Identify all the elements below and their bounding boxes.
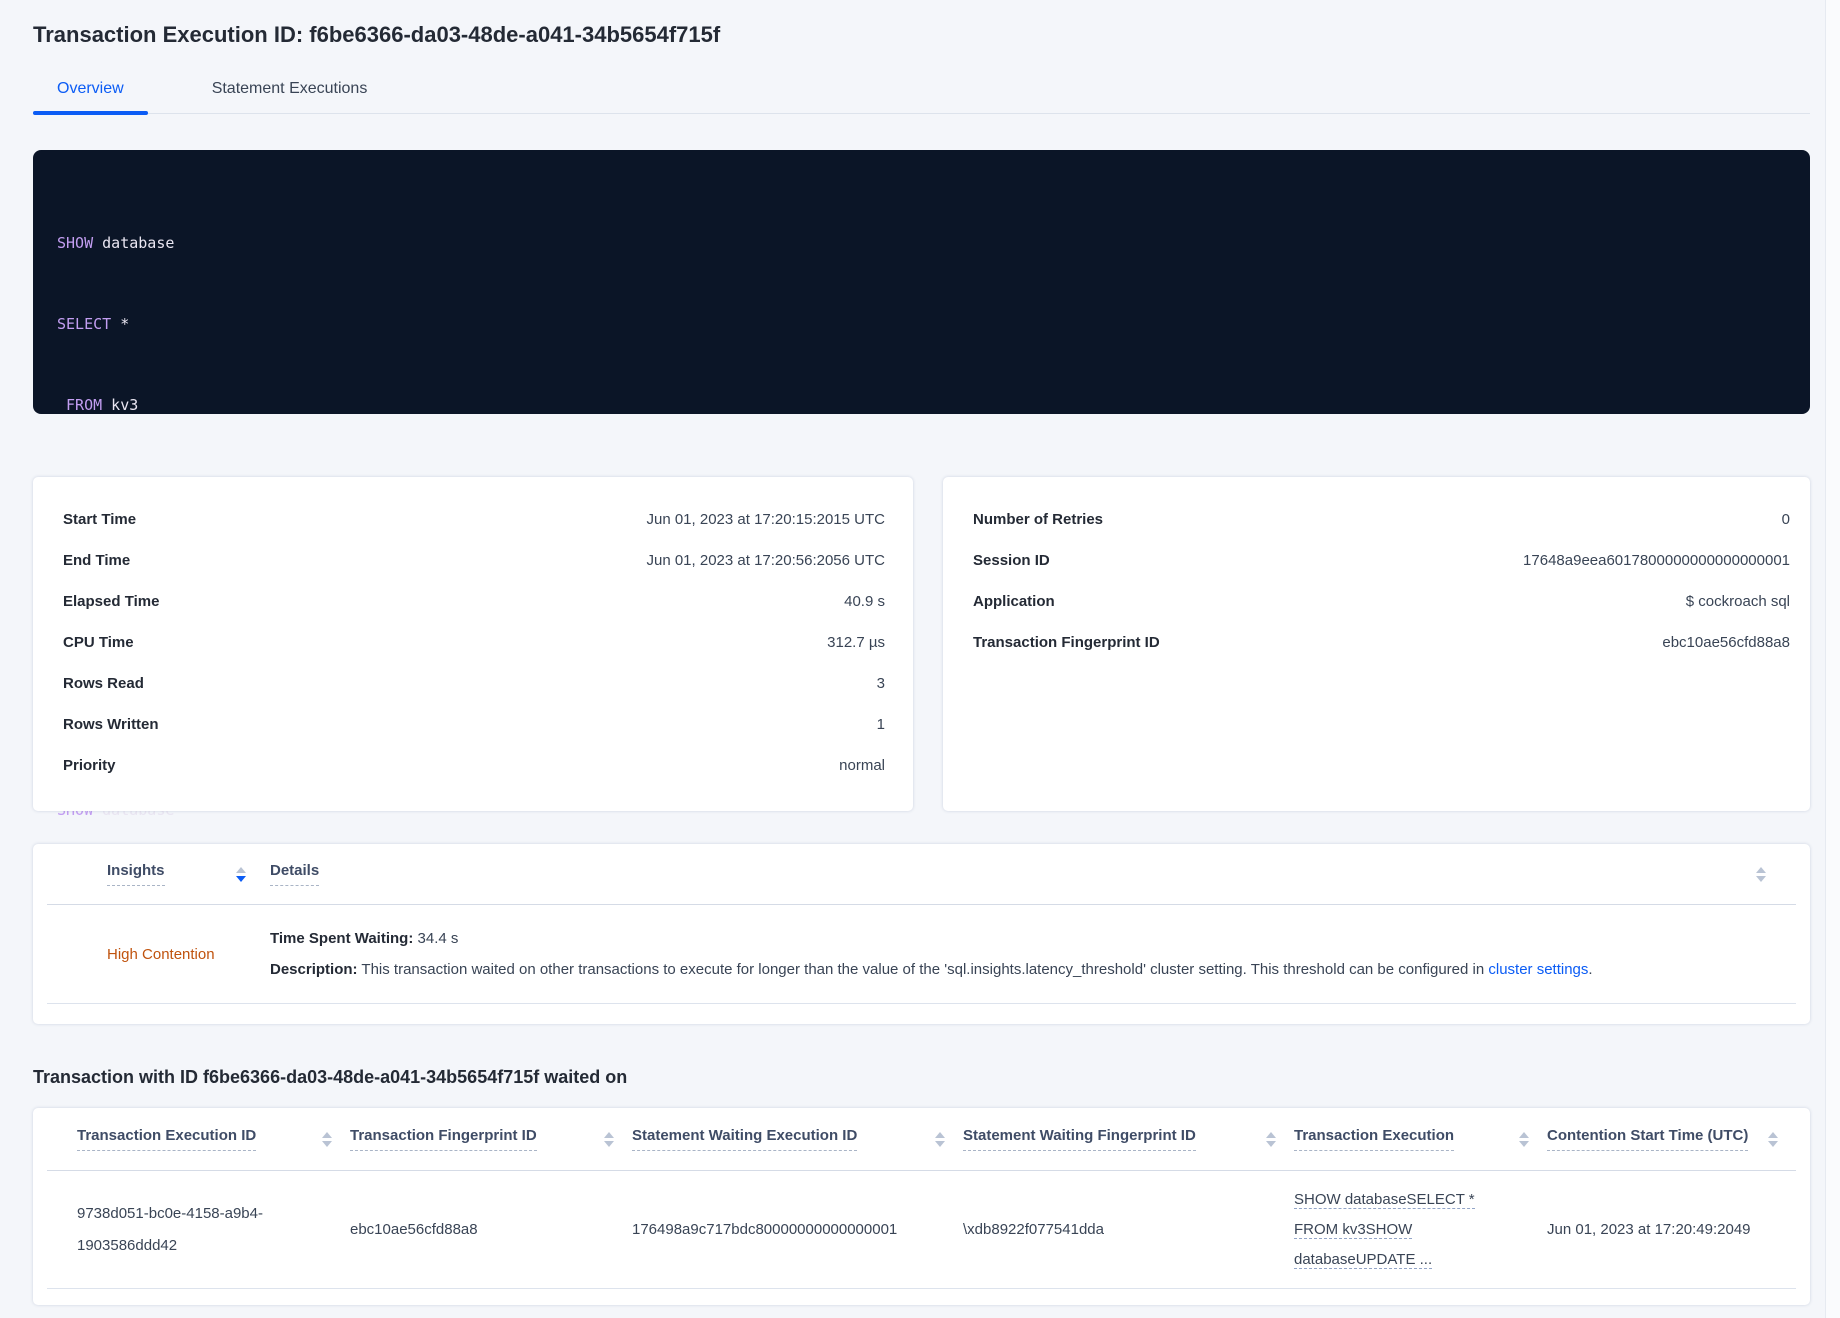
sort-icon[interactable] [322,1131,332,1147]
cell-transaction-execution-id: 9738d051-bc0e-4158-a9b4-1903586ddd42 [77,1204,263,1254]
summary-row-end-time: End Time Jun 01, 2023 at 17:20:56:2056 U… [63,552,885,569]
page-title: Transaction Execution ID: f6be6366-da03-… [33,22,721,47]
column-header-statement-waiting-execution-id[interactable]: Statement Waiting Execution ID [632,1127,963,1151]
sort-icon[interactable] [236,866,246,882]
summary-card-session: Number of Retries 0 Session ID 17648a9ee… [943,477,1810,811]
sort-icon[interactable] [935,1131,945,1147]
insights-column-header[interactable]: Insights [107,862,270,886]
sort-icon[interactable] [1756,866,1766,882]
insight-row-high-contention: High Contention Time Spent Waiting: 34.4… [47,905,1796,1004]
sort-icon[interactable] [1266,1131,1276,1147]
column-header-transaction-execution[interactable]: Transaction Execution [1294,1127,1547,1151]
column-header-contention-start-time[interactable]: Contention Start Time (UTC) [1547,1127,1796,1151]
sql-line: SHOW database [57,234,175,252]
insight-description: Description: This transaction waited on … [270,961,1593,978]
summary-row-rows-read: Rows Read 3 [63,675,885,692]
tab-overview[interactable]: Overview [33,76,148,115]
summary-row-elapsed-time: Elapsed Time 40.9 s [63,593,885,610]
summary-row-retries: Number of Retries 0 [973,511,1790,528]
scrollbar-gutter[interactable] [1825,0,1840,1318]
transaction-execution-link[interactable]: FROM kv3SHOW [1294,1220,1413,1239]
transaction-execution-link[interactable]: SHOW databaseSELECT * [1294,1190,1475,1209]
sort-icon[interactable] [1519,1131,1529,1147]
insights-table: Insights Details High Contention Time Sp… [33,844,1810,1024]
cell-transaction-fingerprint-id: ebc10ae56cfd88a8 [350,1221,478,1238]
summary-row-priority: Priority normal [63,757,885,774]
column-header-transaction-fingerprint-id[interactable]: Transaction Fingerprint ID [350,1127,632,1151]
cell-statement-waiting-fingerprint-id: \xdb8922f077541dda [963,1221,1104,1238]
summary-row-start-time: Start Time Jun 01, 2023 at 17:20:15:2015… [63,511,885,528]
time-spent-waiting: Time Spent Waiting: 34.4 s [270,930,459,947]
cluster-settings-link[interactable]: cluster settings [1488,961,1588,978]
summary-row-application: Application $ cockroach sql [973,593,1790,610]
sort-icon[interactable] [604,1131,614,1147]
sort-icon[interactable] [1768,1131,1778,1147]
summary-card-timing: Start Time Jun 01, 2023 at 17:20:15:2015… [33,477,913,811]
tab-bar: Overview Statement Executions [33,76,1810,115]
waited-on-table-header: Transaction Execution ID Transaction Fin… [47,1108,1796,1171]
summary-cards: Start Time Jun 01, 2023 at 17:20:15:2015… [33,477,1810,811]
transaction-details-page: Transaction Execution ID: f6be6366-da03-… [0,0,1840,1305]
waited-on-heading: Transaction with ID f6be6366-da03-48de-a… [33,1067,628,1087]
cell-transaction-execution-statement: SHOW databaseSELECT * FROM kv3SHOW datab… [1294,1185,1547,1275]
cell-contention-start-time: Jun 01, 2023 at 17:20:49:2049 [1547,1221,1751,1238]
transaction-sql-box: SHOW database SELECT * FROM kv3 SHOW dat… [33,150,1810,819]
summary-row-transaction-fingerprint: Transaction Fingerprint ID ebc10ae56cfd8… [973,634,1790,651]
details-column-header[interactable]: Details [270,862,320,886]
insight-type-label: High Contention [107,945,215,963]
transaction-execution-link[interactable]: databaseUPDATE ... [1294,1250,1433,1269]
tab-statement-executions[interactable]: Statement Executions [188,76,392,113]
summary-row-session-id: Session ID 17648a9eea6017800000000000000… [973,552,1790,569]
summary-row-rows-written: Rows Written 1 [63,716,885,733]
column-header-statement-waiting-fingerprint-id[interactable]: Statement Waiting Fingerprint ID [963,1127,1294,1151]
waited-on-table: Transaction Execution ID Transaction Fin… [33,1108,1810,1305]
sql-line: SELECT * [57,315,130,333]
column-header-transaction-execution-id[interactable]: Transaction Execution ID [77,1127,350,1151]
sql-line: FROM kv3 [66,396,139,414]
insights-table-header: Insights Details [47,844,1796,905]
transaction-fingerprint-link[interactable]: ebc10ae56cfd88a8 [1662,634,1790,651]
cell-statement-waiting-execution-id: 176498a9c717bdc80000000000000001 [632,1221,898,1238]
waited-on-row: 9738d051-bc0e-4158-a9b4-1903586ddd42 ebc… [47,1171,1796,1289]
summary-row-cpu-time: CPU Time 312.7 µs [63,634,885,651]
